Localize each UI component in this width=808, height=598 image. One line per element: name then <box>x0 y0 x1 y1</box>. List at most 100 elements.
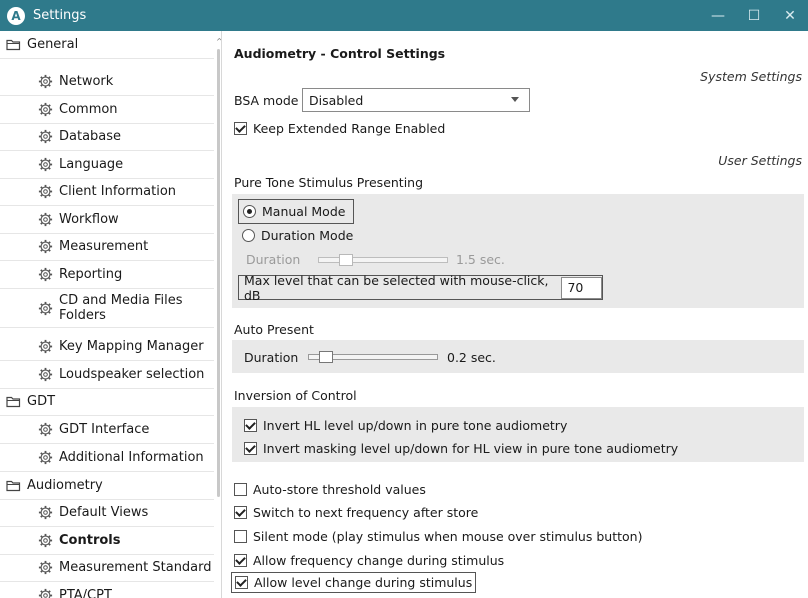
tree-item-label: Workflow <box>59 211 119 227</box>
tree-item-common[interactable]: Common <box>0 96 214 124</box>
gear-icon <box>38 74 53 89</box>
gear-icon <box>38 367 53 382</box>
auto-present-duration-label: Duration <box>244 350 299 365</box>
manual-mode-label: Manual Mode <box>262 204 346 219</box>
auto-present-duration-slider[interactable] <box>308 351 438 363</box>
chevron-down-icon <box>511 97 519 102</box>
tree-item-pta-cpt[interactable]: PTA/CPT <box>0 582 214 598</box>
maximize-icon: ☐ <box>747 7 761 24</box>
tree-item-label: Additional Information <box>59 449 204 465</box>
gear-icon <box>38 239 53 254</box>
tree-item-label: Measurement <box>59 238 149 254</box>
bsa-mode-select[interactable]: Disabled <box>302 88 530 112</box>
tree-item-client-information[interactable]: Client Information <box>0 178 214 206</box>
duration-mode-radio[interactable]: Duration Mode <box>242 228 353 243</box>
tree-item-measurement-standard[interactable]: Measurement Standard <box>0 554 214 582</box>
gear-icon <box>38 450 53 465</box>
allow-level-change-label: Allow level change during stimulus <box>254 575 473 590</box>
gear-icon <box>38 157 53 172</box>
bsa-mode-value: Disabled <box>309 92 364 108</box>
duration-disabled-label: Duration <box>246 252 301 267</box>
pure-tone-heading: Pure Tone Stimulus Presenting <box>234 175 424 190</box>
invert-hl-checkbox[interactable]: Invert HL level up/down in pure tone aud… <box>244 418 567 433</box>
user-settings-caption: User Settings <box>718 153 802 168</box>
tree-item-language[interactable]: Language <box>0 151 214 179</box>
tree-item-gdt-interface[interactable]: GDT Interface <box>0 416 214 444</box>
checkbox-empty-icon <box>234 483 247 496</box>
slider-thumb[interactable] <box>319 351 333 363</box>
tree-item-database[interactable]: Database <box>0 123 214 151</box>
folder-icon <box>6 478 21 493</box>
manual-mode-radio[interactable]: Manual Mode <box>238 199 354 224</box>
tree-group-gdt[interactable]: GDT <box>0 388 214 416</box>
tree-item-reporting[interactable]: Reporting <box>0 261 214 289</box>
keep-extended-range-checkbox[interactable]: Keep Extended Range Enabled <box>234 121 445 136</box>
tree-item-label: PTA/CPT <box>59 587 112 598</box>
slider-thumb[interactable] <box>339 254 353 266</box>
close-icon: ✕ <box>784 7 796 24</box>
max-level-input[interactable]: 70 <box>561 276 602 299</box>
window-controls: — ☐ ✕ <box>700 0 808 31</box>
tree-item-default-views[interactable]: Default Views <box>0 499 214 527</box>
duration-disabled-value: 1.5 sec. <box>456 252 505 267</box>
checkbox-checked-icon <box>234 554 247 567</box>
close-button[interactable]: ✕ <box>772 0 808 31</box>
tree-item-label: GDT Interface <box>59 421 150 437</box>
tree-item-loudspeaker-selection[interactable]: Loudspeaker selection <box>0 361 214 389</box>
tree-item-controls[interactable]: Controls <box>0 527 214 555</box>
gear-icon <box>38 422 53 437</box>
settings-tree: General Network Common Database Language… <box>0 31 222 598</box>
tree-group-audiometry[interactable]: Audiometry <box>0 472 214 500</box>
checkbox-checked-icon <box>244 442 257 455</box>
gear-icon <box>38 129 53 144</box>
system-settings-caption: System Settings <box>700 69 802 84</box>
page-title: Audiometry - Control Settings <box>234 46 446 61</box>
tree-item-label: Loudspeaker selection <box>59 366 205 382</box>
checkbox-empty-icon <box>234 530 247 543</box>
auto-store-label: Auto-store threshold values <box>253 482 426 497</box>
gear-icon <box>38 184 53 199</box>
title-bar[interactable]: A Settings — ☐ ✕ <box>0 0 808 31</box>
bsa-mode-label: BSA mode <box>234 93 299 108</box>
folder-icon <box>6 37 21 52</box>
tree-item-key-mapping-manager[interactable]: Key Mapping Manager <box>0 333 214 361</box>
allow-frequency-change-checkbox[interactable]: Allow frequency change during stimulus <box>234 553 504 568</box>
gear-icon <box>38 533 53 548</box>
gear-icon <box>38 339 53 354</box>
minimize-button[interactable]: — <box>700 0 736 31</box>
tree-item-label: Client Information <box>59 183 177 199</box>
invert-hl-label: Invert HL level up/down in pure tone aud… <box>263 418 568 433</box>
tree-item-additional-information[interactable]: Additional Information <box>0 444 214 472</box>
tree-item-measurement[interactable]: Measurement <box>0 233 214 261</box>
gear-icon <box>38 560 53 575</box>
folder-icon <box>6 394 21 409</box>
auto-store-checkbox[interactable]: Auto-store threshold values <box>234 482 426 497</box>
maximize-button[interactable]: ☐ <box>736 0 772 31</box>
duration-slider-disabled[interactable] <box>318 254 448 266</box>
switch-next-frequency-label: Switch to next frequency after store <box>253 505 479 520</box>
tree-item-workflow[interactable]: Workflow <box>0 206 214 234</box>
gear-icon <box>38 301 53 316</box>
switch-next-frequency-checkbox[interactable]: Switch to next frequency after store <box>234 505 478 520</box>
silent-mode-checkbox[interactable]: Silent mode (play stimulus when mouse ov… <box>234 529 642 544</box>
tree-item-label: Network <box>59 73 114 89</box>
tree-item-cd-media-folders[interactable]: CD and Media Files Folders <box>0 289 214 328</box>
max-level-label: Max level that can be selected with mous… <box>244 272 549 303</box>
max-level-value: 70 <box>567 280 584 295</box>
radio-empty-icon <box>242 229 255 242</box>
tree-item-label: Database <box>59 128 122 144</box>
tree-item-label: Common <box>59 101 118 117</box>
gear-icon <box>38 505 53 520</box>
max-level-field-group: Max level that can be selected with mous… <box>238 272 603 303</box>
tree-item-label: Reporting <box>59 266 123 282</box>
invert-masking-checkbox[interactable]: Invert masking level up/down for HL view… <box>244 441 678 456</box>
tree-item-label: Key Mapping Manager <box>59 338 204 354</box>
invert-masking-label: Invert masking level up/down for HL view… <box>263 441 679 456</box>
tree-item-network[interactable]: Network <box>0 68 214 96</box>
gear-icon <box>38 102 53 117</box>
tree-group-general[interactable]: General <box>0 31 214 59</box>
silent-mode-label: Silent mode (play stimulus when mouse ov… <box>253 529 643 544</box>
sidebar-scrollbar-thumb[interactable] <box>217 49 220 497</box>
tree-item-label: Audiometry <box>27 477 103 493</box>
allow-level-change-checkbox[interactable]: Allow level change during stimulus <box>231 572 476 593</box>
